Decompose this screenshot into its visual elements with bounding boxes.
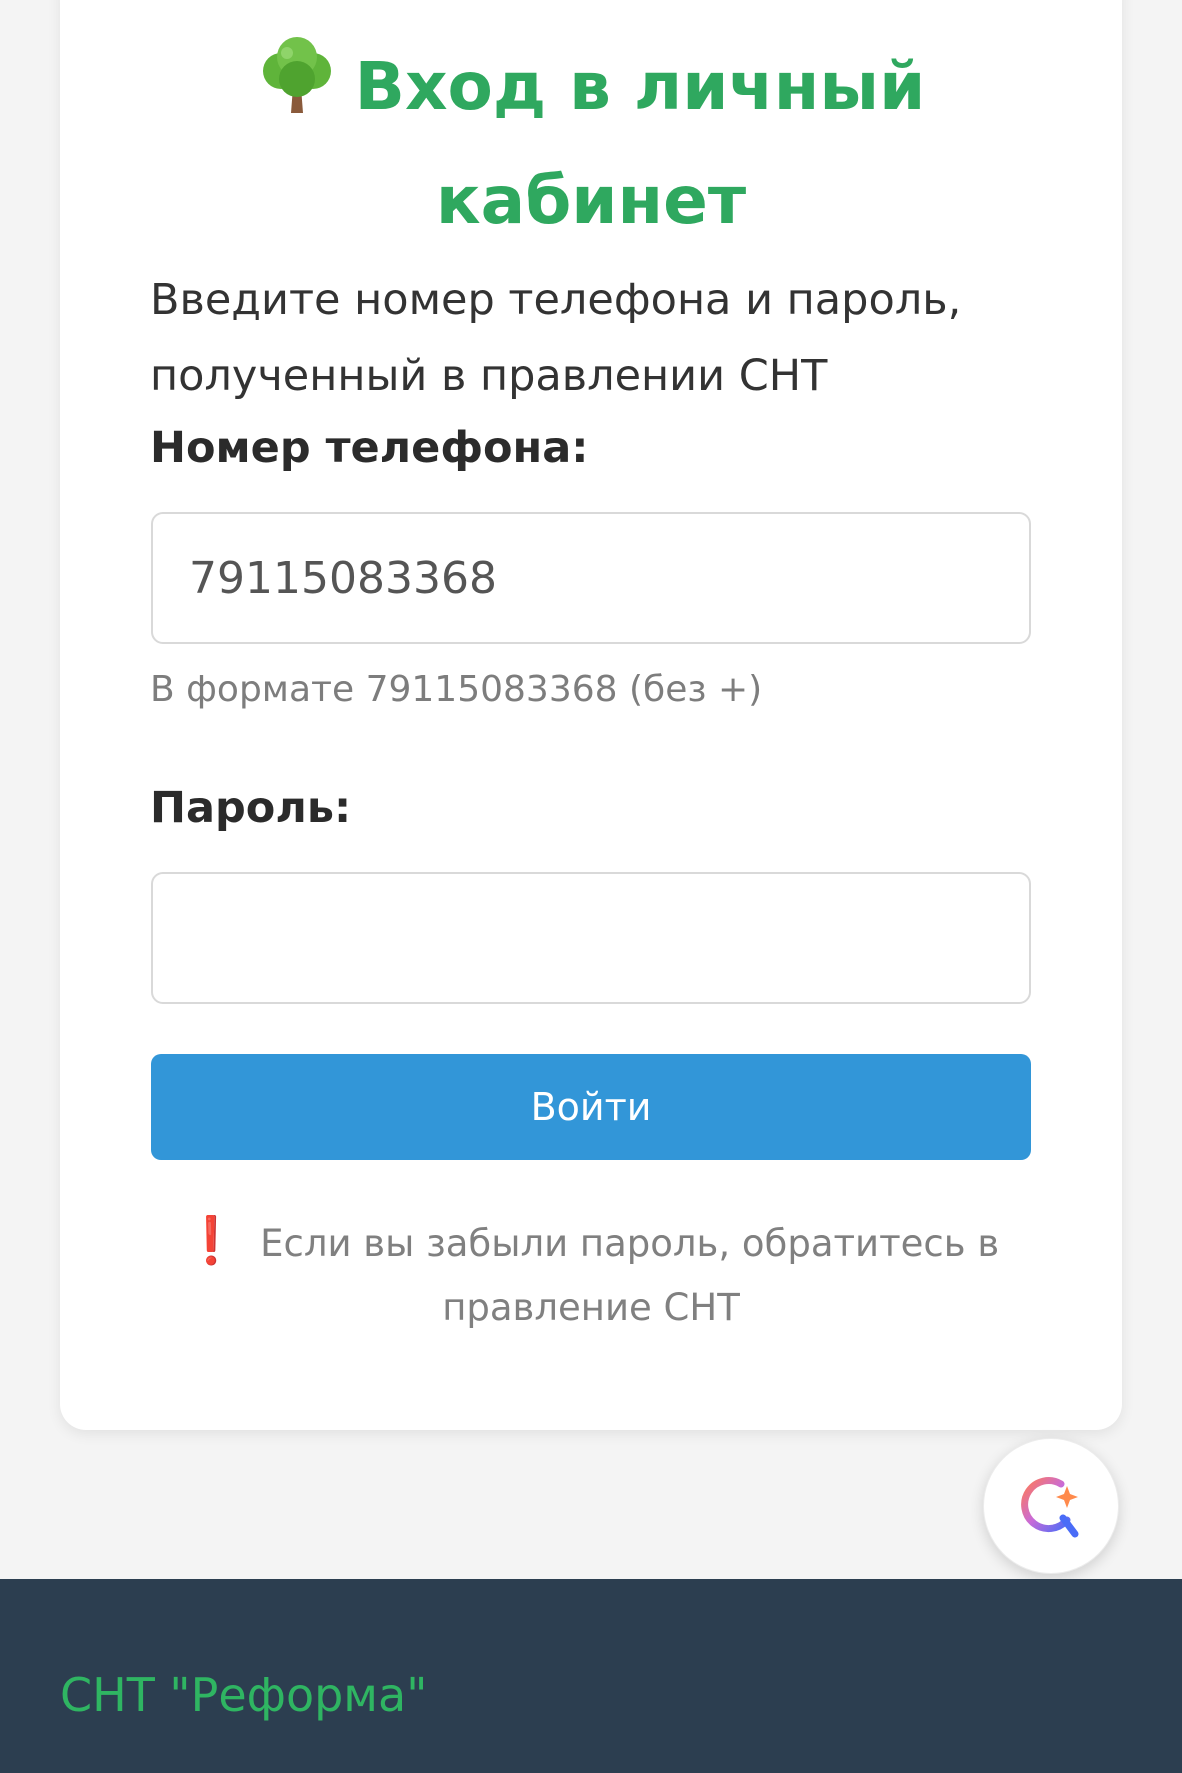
intro-line-1: Введите номер телефона и пароль, xyxy=(150,275,962,325)
tree-icon xyxy=(262,37,331,113)
footer: СНТ "Реформа" xyxy=(0,1579,1182,1773)
title-line-1: Вход в личный xyxy=(0,30,1182,144)
title-text-1: Вход в личный xyxy=(354,48,926,125)
login-button[interactable]: Войти xyxy=(151,1054,1031,1160)
assistant-icon xyxy=(1021,1477,1079,1538)
footer-brand: СНТ "Реформа" xyxy=(60,1668,428,1722)
password-label: Пароль: xyxy=(150,783,352,833)
forgot-text-1: Если вы забыли пароль, обратитесь в xyxy=(260,1222,1000,1265)
intro-line-2: полученный в правлении СНТ xyxy=(150,351,828,401)
phone-hint: В формате 79115083368 (без +) xyxy=(150,669,763,710)
password-input[interactable] xyxy=(151,872,1031,1004)
title-line-2: кабинет xyxy=(435,162,747,239)
exclamation-icon: ❗ xyxy=(182,1213,241,1267)
forgot-line-1: ❗ Если вы забыли пароль, обратитесь в xyxy=(150,1208,1032,1276)
page-title: Вход в личный кабинет xyxy=(0,30,1182,258)
forgot-password-note: ❗ Если вы забыли пароль, обратитесь в пра… xyxy=(150,1208,1032,1340)
forgot-line-2: правление СНТ xyxy=(442,1286,740,1329)
phone-input[interactable] xyxy=(151,512,1031,644)
assistant-button[interactable] xyxy=(983,1438,1119,1574)
login-page: Вход в личный кабинет Введите номер теле… xyxy=(0,0,1182,1773)
phone-label: Номер телефона: xyxy=(150,423,589,473)
intro-text: Введите номер телефона и пароль, получен… xyxy=(150,262,1050,414)
